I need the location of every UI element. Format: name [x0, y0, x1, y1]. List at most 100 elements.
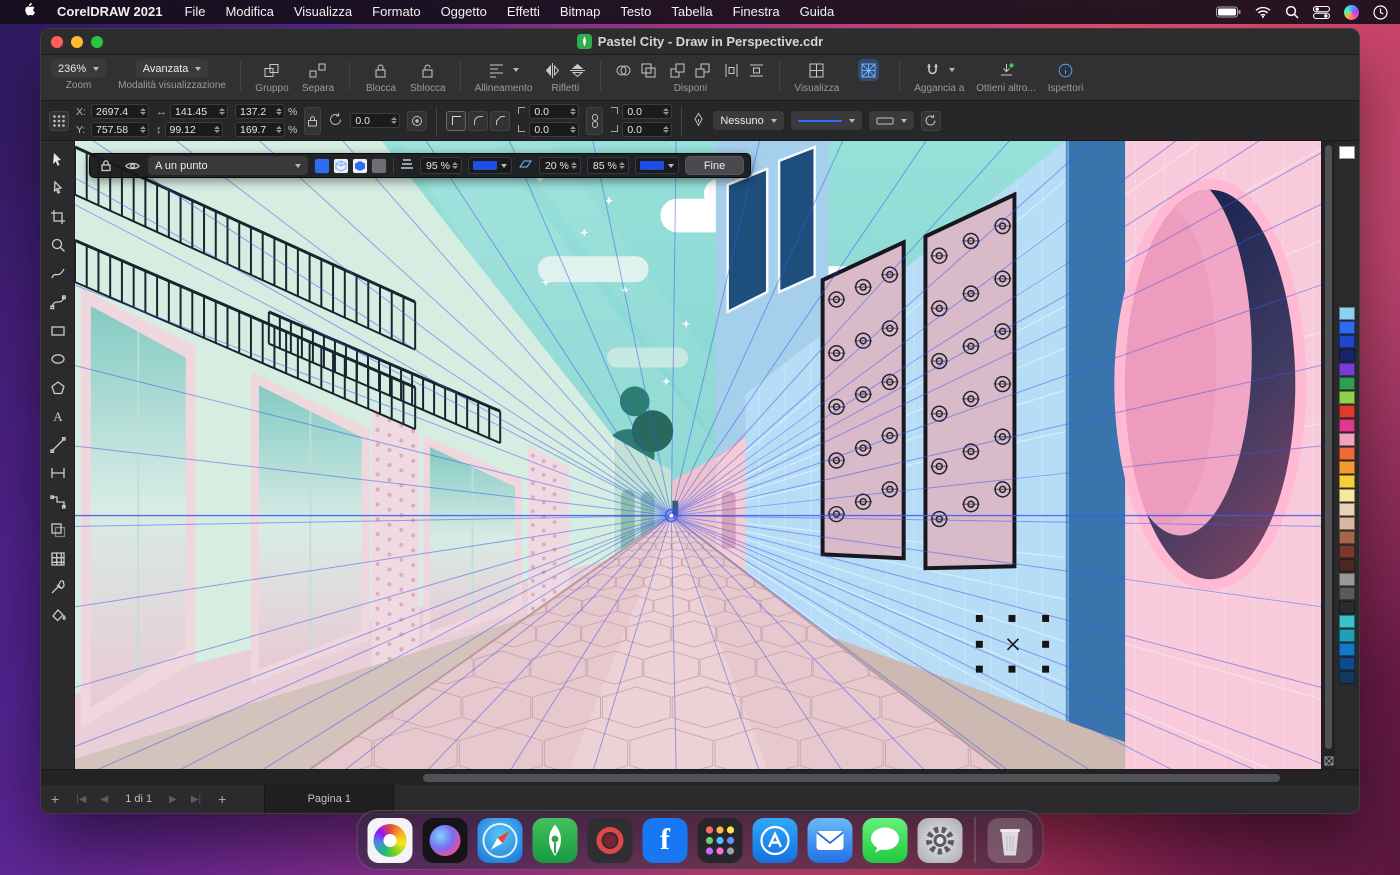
mirror-buttons[interactable]: Rifletti	[544, 59, 586, 94]
dock-safari-icon[interactable]	[478, 818, 523, 863]
ungroup-button[interactable]: Separa	[301, 59, 335, 94]
menu-guida[interactable]: Guida	[790, 0, 845, 24]
tool-zoom[interactable]	[45, 233, 71, 258]
tool-ellipse[interactable]	[45, 347, 71, 372]
menu-formato[interactable]: Formato	[362, 0, 430, 24]
dock-photos-icon[interactable]	[368, 818, 413, 863]
dock-messages-icon[interactable]	[863, 818, 908, 863]
palette-color[interactable]	[1339, 349, 1355, 362]
control-center-icon[interactable]	[1313, 6, 1330, 19]
palette-color[interactable]	[1339, 573, 1355, 586]
palette-color[interactable]	[1339, 335, 1355, 348]
menu-app-name[interactable]: CorelDRAW 2021	[45, 0, 174, 24]
close-button[interactable]	[51, 36, 63, 48]
lock-button[interactable]: Blocca	[364, 59, 398, 94]
tool-text[interactable]: A	[45, 404, 71, 429]
vertical-scrollbar[interactable]	[1321, 141, 1335, 769]
palette-color[interactable]	[1339, 146, 1355, 159]
palette-color[interactable]	[1339, 461, 1355, 474]
perspective-view-toggle[interactable]	[851, 59, 885, 94]
menu-visualizza[interactable]: Visualizza	[284, 0, 362, 24]
palette-color[interactable]	[1339, 587, 1355, 600]
grid-opacity-field[interactable]: 95 %	[420, 157, 462, 174]
menu-file[interactable]: File	[174, 0, 215, 24]
palette-color[interactable]	[1339, 419, 1355, 432]
grid-color-select[interactable]	[468, 157, 512, 174]
zoom-window-button[interactable]	[91, 36, 103, 48]
transform-grid-icon[interactable]	[49, 111, 69, 131]
object-width-input[interactable]: 141.45	[170, 104, 228, 119]
outline-pen-icon[interactable]	[691, 112, 706, 130]
corner-bl-input[interactable]: 0.0	[529, 122, 579, 137]
corner-round-button[interactable]	[468, 111, 488, 131]
plane-cube-button[interactable]	[333, 158, 349, 174]
vertical-scroll-thumb[interactable]	[1325, 145, 1332, 749]
tool-connector[interactable]	[45, 489, 71, 514]
plane-fill-button[interactable]	[314, 158, 330, 174]
last-page-button[interactable]: ▶|	[184, 794, 208, 805]
palette-color[interactable]	[1339, 475, 1355, 488]
palette-color[interactable]	[1339, 671, 1355, 684]
add-page-button[interactable]: +	[41, 791, 69, 807]
menu-modifica[interactable]: Modifica	[215, 0, 283, 24]
menu-oggetto[interactable]: Oggetto	[431, 0, 497, 24]
minimize-button[interactable]	[71, 36, 83, 48]
palette-color[interactable]	[1339, 321, 1355, 334]
menu-finestra[interactable]: Finestra	[723, 0, 790, 24]
dock-siri-icon[interactable]	[423, 818, 468, 863]
battery-icon[interactable]	[1216, 6, 1241, 18]
palette-color[interactable]	[1339, 545, 1355, 558]
title-bar[interactable]: Pastel City - Draw in Perspective.cdr	[41, 29, 1359, 55]
tool-rectangle[interactable]	[45, 318, 71, 343]
unlock-button[interactable]: Sblocca	[410, 59, 446, 94]
tool-dimension[interactable]	[45, 461, 71, 486]
menu-tabella[interactable]: Tabella	[661, 0, 722, 24]
tool-polygon[interactable]	[45, 375, 71, 400]
palette-color[interactable]	[1339, 503, 1355, 516]
palette-color[interactable]	[1339, 433, 1355, 446]
outline-style-select[interactable]	[791, 111, 862, 130]
get-more-button[interactable]: Ottieni altro...	[976, 59, 1035, 94]
corner-tl-input[interactable]: 0.0	[529, 104, 579, 119]
palette-color[interactable]	[1339, 363, 1355, 376]
dock-mail-icon[interactable]	[808, 818, 853, 863]
horizontal-scrollbar[interactable]	[41, 769, 1359, 785]
depth-field[interactable]: 20 %	[539, 157, 581, 174]
dock-coreldraw-icon[interactable]	[533, 818, 578, 863]
snap-to-control[interactable]: Aggancia a	[914, 59, 964, 94]
align-control[interactable]: Allineamento	[475, 59, 533, 94]
add-page-button-2[interactable]: +	[208, 791, 236, 807]
palette-color[interactable]	[1339, 447, 1355, 460]
tool-freehand[interactable]	[45, 261, 71, 286]
nib-angle-icon[interactable]	[407, 111, 427, 131]
tool-transparency[interactable]	[45, 518, 71, 543]
arrowhead-select[interactable]	[869, 111, 914, 130]
user-avatar[interactable]	[1344, 5, 1359, 20]
palette-color[interactable]	[1339, 615, 1355, 628]
dock-launchpad-icon[interactable]	[698, 818, 743, 863]
perspective-type-select[interactable]: A un punto	[148, 156, 308, 175]
zoom-level-control[interactable]: 236% Zoom	[51, 59, 106, 91]
group-button[interactable]: Gruppo	[255, 59, 289, 94]
clock-icon[interactable]	[1373, 5, 1388, 20]
palette-color[interactable]	[1339, 559, 1355, 572]
distribute-buttons[interactable]	[723, 59, 765, 94]
page-tab[interactable]: Pagina 1	[264, 785, 394, 813]
first-page-button[interactable]: |◀	[69, 794, 93, 805]
dock-system-preferences-icon[interactable]	[918, 818, 963, 863]
palette-color[interactable]	[1339, 405, 1355, 418]
scale-height-input[interactable]: 169.7	[235, 122, 285, 137]
tool-line[interactable]	[45, 432, 71, 457]
horizontal-scroll-thumb[interactable]	[423, 774, 1280, 782]
plane-cube-filled-button[interactable]	[352, 158, 368, 174]
arrange-buttons[interactable]: Disponi	[669, 59, 711, 94]
dock-photo-booth-icon[interactable]	[588, 818, 633, 863]
palette-color[interactable]	[1339, 657, 1355, 670]
y-position-input[interactable]: 757.58	[91, 122, 149, 137]
dock-trash-icon[interactable]	[988, 818, 1033, 863]
scale-width-input[interactable]: 137.2	[235, 104, 285, 119]
object-height-input[interactable]: 99.12	[165, 122, 223, 137]
palette-color[interactable]	[1339, 531, 1355, 544]
tool-smart-fill[interactable]	[45, 603, 71, 628]
done-button[interactable]: Fine	[685, 156, 744, 175]
